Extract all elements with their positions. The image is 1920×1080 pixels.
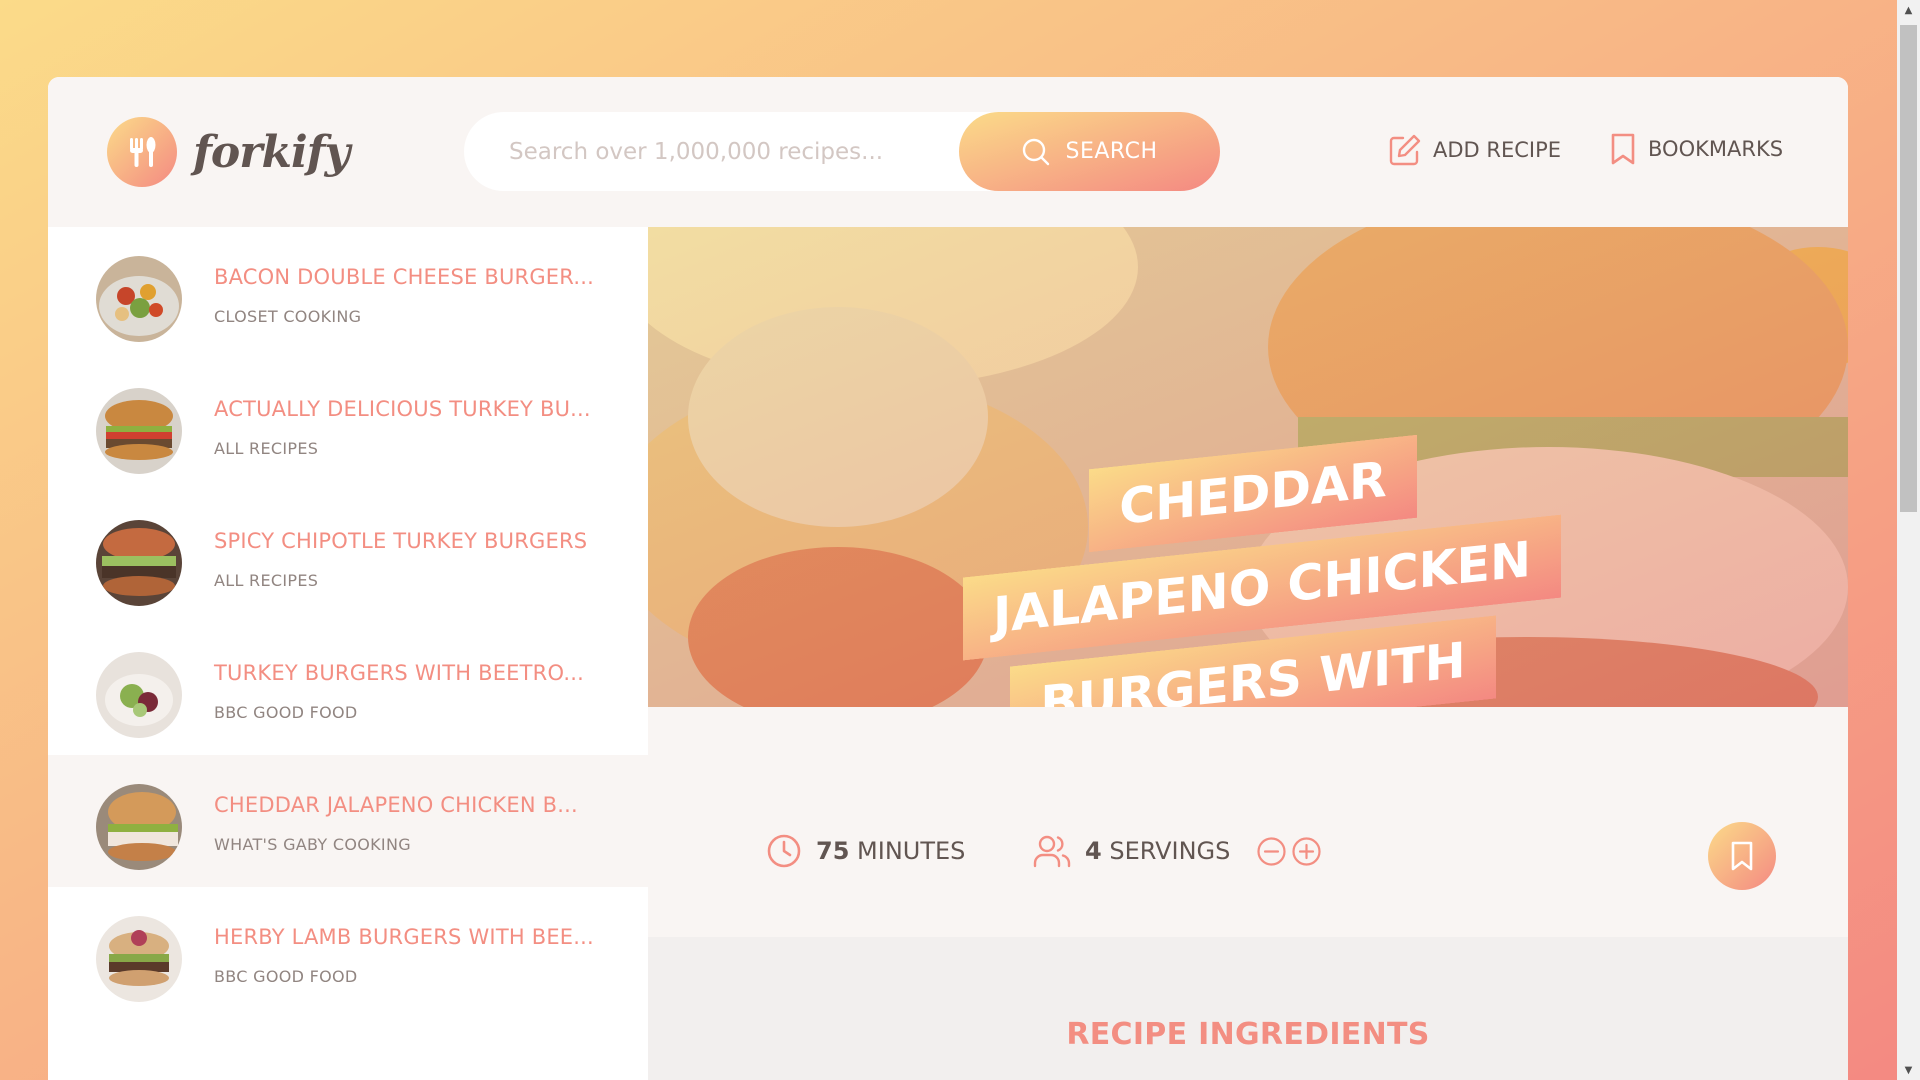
result-title: HERBY LAMB BURGERS WITH BEE... [214,925,594,949]
servings-controls [1256,836,1322,867]
bookmark-icon [1611,133,1635,165]
recipe-thumbnail [96,256,182,342]
recipe-details: 75 MINUTES 4 SERVINGS [648,707,1848,937]
recipe-image: CHEDDAR JALAPENO CHICKEN BURGERS WITH GU… [648,227,1848,707]
fork-knife-icon [107,117,177,187]
recipe-thumbnail [96,784,182,870]
list-item[interactable]: BACON DOUBLE CHEESE BURGER... CLOSET COO… [48,227,648,359]
result-publisher: ALL RECIPES [214,439,319,458]
result-publisher: BBC GOOD FOOD [214,967,358,986]
scroll-thumb[interactable] [1900,25,1917,512]
result-publisher: CLOSET COOKING [214,307,362,326]
recipe-thumbnail [96,916,182,1002]
ingredients-heading: RECIPE INGREDIENTS [1066,1017,1430,1052]
servings: 4 SERVINGS [1033,833,1322,869]
list-item[interactable]: TURKEY BURGERS WITH BEETRO... BBC GOOD F… [48,623,648,755]
plus-circle-icon[interactable] [1291,836,1322,867]
bookmark-icon [1731,841,1753,871]
result-title: CHEDDAR JALAPENO CHICKEN B... [214,793,578,817]
minutes-value: 75 [816,837,850,865]
minutes-label: MINUTES [857,837,966,865]
list-item[interactable]: ACTUALLY DELICIOUS TURKEY BU... ALL RECI… [48,359,648,491]
search-results: BACON DOUBLE CHEESE BURGER... CLOSET COO… [48,227,648,1080]
header: forkify SEARCH ADD RECIPE BOOKM [48,77,1848,227]
bookmark-recipe-button[interactable] [1708,822,1776,890]
add-recipe-label: ADD RECIPE [1433,138,1562,162]
servings-value: 4 [1085,837,1102,865]
result-publisher: WHAT'S GABY COOKING [214,835,411,854]
bookmarks-label: BOOKMARKS [1648,137,1784,161]
search-icon [1023,138,1050,165]
scroll-up-arrow[interactable]: ▲ [1897,0,1920,20]
clock-icon [767,834,801,868]
add-recipe-button[interactable]: ADD RECIPE [1387,132,1561,168]
ingredients-section: RECIPE INGREDIENTS [648,937,1848,1080]
recipe-view: CHEDDAR JALAPENO CHICKEN BURGERS WITH GU… [648,227,1848,1080]
result-title: TURKEY BURGERS WITH BEETRO... [214,661,584,685]
users-icon [1033,835,1071,868]
bookmarks-button[interactable]: BOOKMARKS [1608,132,1783,166]
logo-text: forkify [193,126,350,178]
recipe-title-text: CHEDDAR JALAPENO CHICKEN BURGERS WITH GU… [963,434,1562,707]
edit-icon [1389,134,1421,166]
result-title: BACON DOUBLE CHEESE BURGER... [214,265,594,289]
minus-circle-icon[interactable] [1256,836,1287,867]
cook-time: 75 MINUTES [766,833,965,869]
page-scrollbar[interactable]: ▲ ▼ [1897,0,1920,1080]
recipe-thumbnail [96,652,182,738]
recipe-thumbnail [96,520,182,606]
servings-label: SERVINGS [1109,837,1231,865]
recipe-thumbnail [96,388,182,474]
search-input[interactable] [464,112,964,191]
result-title: ACTUALLY DELICIOUS TURKEY BU... [214,397,591,421]
search-button[interactable]: SEARCH [959,112,1220,191]
app-container: forkify SEARCH ADD RECIPE BOOKM [48,77,1848,1080]
logo[interactable]: forkify [107,117,350,187]
search-form: SEARCH [464,112,1220,191]
list-item[interactable]: SPICY CHIPOTLE TURKEY BURGERS ALL RECIPE… [48,491,648,623]
search-button-label: SEARCH [1065,139,1158,164]
result-title: SPICY CHIPOTLE TURKEY BURGERS [214,529,588,553]
list-item[interactable]: HERBY LAMB BURGERS WITH BEE... BBC GOOD … [48,887,648,1019]
scroll-down-arrow[interactable]: ▼ [1897,1060,1920,1080]
list-item[interactable]: CHEDDAR JALAPENO CHICKEN B... WHAT'S GAB… [48,755,648,887]
result-publisher: BBC GOOD FOOD [214,703,358,722]
result-publisher: ALL RECIPES [214,571,319,590]
